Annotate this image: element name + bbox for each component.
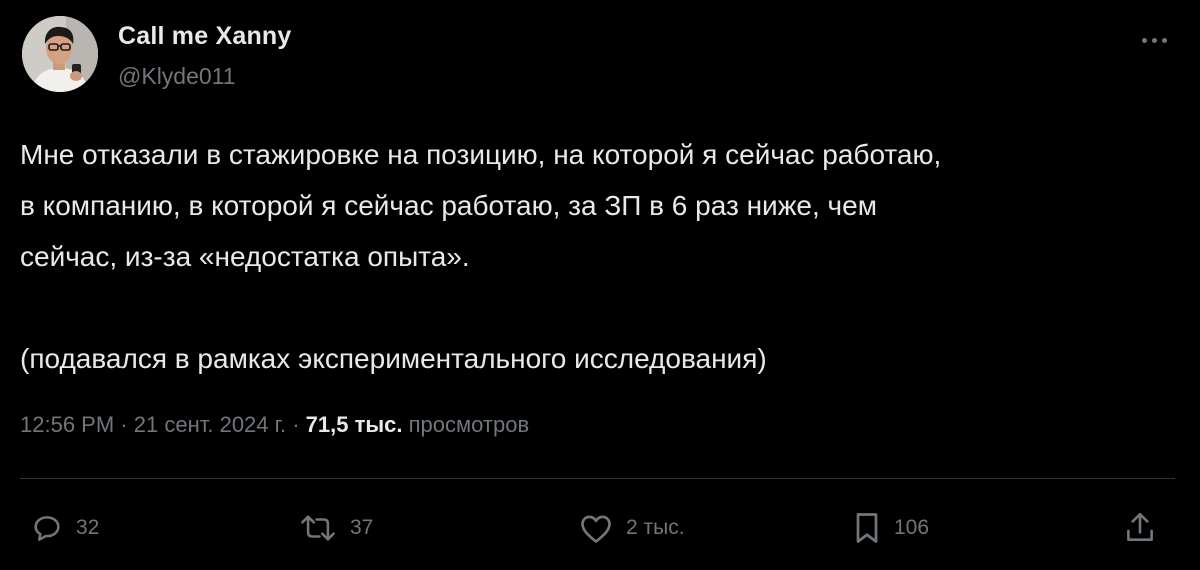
tweet-time[interactable]: 12:56 PM	[20, 412, 114, 437]
tweet-date[interactable]: 21 сент. 2024 г.	[134, 412, 286, 437]
like-button[interactable]: 2 тыс.	[578, 508, 685, 548]
tweet-card: Call me Xanny @Klyde011 Мне отказали в с…	[0, 0, 1200, 570]
author-display-name[interactable]: Call me Xanny	[118, 22, 292, 51]
reply-count: 32	[76, 516, 100, 539]
tweet-text-line: в компанию, в которой я сейчас работаю, …	[20, 190, 877, 221]
views-label: просмотров	[408, 412, 530, 437]
reply-icon	[34, 516, 60, 541]
heart-icon	[581, 515, 611, 543]
meta-separator: ·	[120, 412, 128, 437]
retweet-icon	[301, 515, 335, 541]
reply-button[interactable]: 32	[30, 508, 99, 548]
tweet-text: Мне отказали в стажировке на позицию, на…	[20, 129, 1170, 384]
tweet-text-line: сейчас, из-за «недостатка опыта».	[20, 241, 470, 272]
views-count[interactable]: 71,5 тыс.	[306, 412, 403, 437]
tweet-note: (подавался в рамках экспериментального и…	[20, 343, 767, 374]
author-handle[interactable]: @Klyde011	[118, 63, 236, 90]
avatar[interactable]	[22, 16, 98, 92]
like-count: 2 тыс.	[626, 516, 685, 539]
share-button[interactable]	[1124, 508, 1156, 548]
meta-separator: ·	[292, 412, 300, 437]
tweet-meta: 12:56 PM · 21 сент. 2024 г. · 71,5 тыс. …	[20, 412, 529, 438]
tweet-text-line: Мне отказали в стажировке на позицию, на…	[20, 139, 942, 170]
divider	[20, 478, 1175, 479]
avatar-photo-icon	[22, 16, 98, 92]
retweet-button[interactable]: 37	[298, 508, 373, 548]
bookmark-button[interactable]: 106	[852, 508, 929, 548]
bookmark-icon	[856, 513, 878, 543]
retweet-count: 37	[350, 516, 374, 539]
share-icon	[1127, 512, 1153, 541]
bookmark-count: 106	[894, 516, 930, 539]
more-options-icon[interactable]	[1134, 28, 1174, 52]
